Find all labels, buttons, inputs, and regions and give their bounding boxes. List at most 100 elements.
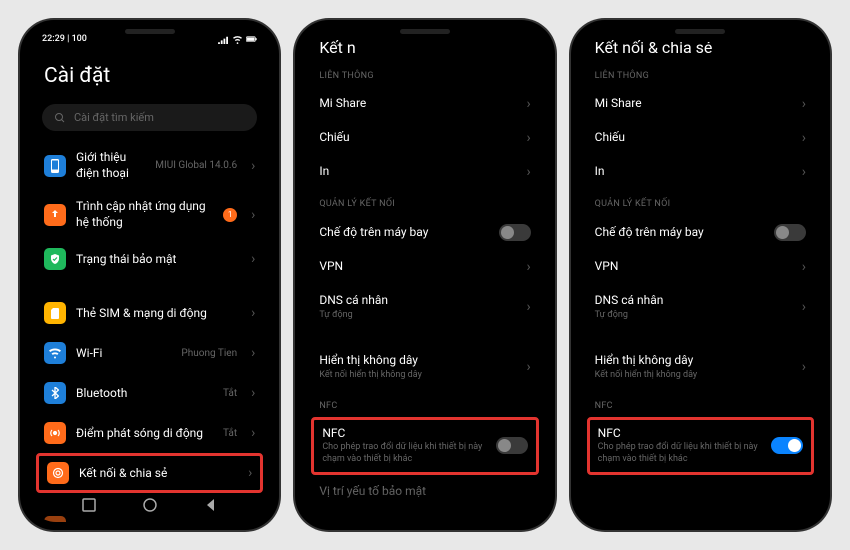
row-cast[interactable]: Chiếu ›: [303, 121, 546, 155]
section-connection-mgmt: QUẢN LÝ KẾT NỐI: [579, 189, 822, 215]
screen-2: Kết n LIÊN THÔNG Mi Share› Chiếu› In› QU…: [303, 28, 546, 522]
row-sub: Cho phép trao đổi dữ liệu khi thiết bị n…: [598, 442, 761, 465]
section-nfc: NFC: [303, 391, 546, 417]
row-wifi[interactable]: Wi-Fi Phuong Tien ›: [28, 333, 271, 373]
notch: [370, 20, 480, 42]
row-mishare[interactable]: Mi Share ›: [303, 87, 546, 121]
notch: [645, 20, 755, 42]
row-title: Vị trí yếu tố bảo mật: [319, 484, 530, 500]
status-batt: 100: [72, 34, 87, 44]
row-sub: Kết nối hiển thị không dây: [319, 370, 516, 382]
chevron-right-icon: ›: [251, 158, 255, 174]
row-hotspot[interactable]: Điểm phát sóng di động Tắt ›: [28, 413, 271, 453]
section-connection-mgmt: QUẢN LÝ KẾT NỐI: [303, 189, 546, 215]
row-title: Mi Share: [319, 96, 516, 112]
row-print[interactable]: In ›: [303, 155, 546, 189]
chevron-right-icon: ›: [251, 305, 255, 321]
row-vpn[interactable]: VPN›: [303, 250, 546, 284]
chevron-right-icon: ›: [526, 164, 530, 180]
row-bluetooth[interactable]: Bluetooth Tắt ›: [28, 373, 271, 413]
update-badge: 1: [223, 208, 237, 222]
row-title: Mi Share: [595, 96, 792, 112]
row-title: Chế độ trên máy bay: [595, 225, 764, 241]
row-title: Chế độ trên máy bay: [319, 225, 488, 241]
nav-home-icon[interactable]: [143, 498, 157, 512]
row-nfc[interactable]: NFCCho phép trao đổi dữ liệu khi thiết b…: [311, 417, 538, 475]
nfc-toggle[interactable]: [771, 437, 803, 454]
row-dns[interactable]: DNS cá nhânTự động ›: [579, 284, 822, 330]
chevron-right-icon: ›: [526, 96, 530, 112]
row-title: NFC: [322, 426, 485, 442]
row-title: Always-on display & Màn hình: [76, 520, 255, 522]
signal-icon: [218, 35, 229, 44]
row-mishare[interactable]: Mi Share ›: [579, 87, 822, 121]
row-title: Trình cập nhật ứng dụng hệ thống: [76, 199, 213, 230]
chevron-right-icon: ›: [802, 299, 806, 315]
row-system-update[interactable]: Trình cập nhật ứng dụng hệ thống 1 ›: [28, 190, 271, 239]
battery-icon: [246, 35, 257, 44]
row-title: DNS cá nhân: [595, 293, 792, 309]
section-nfc: NFC: [579, 391, 822, 417]
airplane-toggle[interactable]: [499, 224, 531, 241]
section-interconnect: LIÊN THÔNG: [579, 61, 822, 87]
row-title: Hiển thị không dây: [595, 353, 792, 369]
row-value: Phuong Tien: [181, 348, 237, 359]
phone-frame-1: 22:29 | 100 Cài đặt Cài đặt tìm kiếm Giớ…: [20, 20, 279, 530]
row-about-phone[interactable]: Giới thiệu điện thoại MIUI Global 14.0.6…: [28, 141, 271, 190]
screen-1: 22:29 | 100 Cài đặt Cài đặt tìm kiếm Giớ…: [28, 28, 271, 522]
wifi-icon: [232, 35, 243, 44]
row-sub: Tự động: [595, 310, 792, 322]
row-title: In: [319, 164, 516, 180]
row-wireless-display[interactable]: Hiển thị không dâyKết nối hiển thị không…: [303, 344, 546, 390]
row-value: Tắt: [223, 388, 237, 399]
airplane-toggle[interactable]: [774, 224, 806, 241]
status-icons: [218, 35, 257, 44]
nav-recent-icon[interactable]: [82, 498, 96, 512]
hotspot-icon: [44, 422, 66, 444]
row-value: Tắt: [223, 428, 237, 439]
row-connect-share[interactable]: Kết nối & chia sẻ ›: [36, 453, 263, 493]
row-title: Chiếu: [319, 130, 516, 146]
row-vpn[interactable]: VPN›: [579, 250, 822, 284]
chevron-right-icon: ›: [802, 130, 806, 146]
search-placeholder: Cài đặt tìm kiếm: [74, 111, 154, 124]
chevron-right-icon: ›: [526, 130, 530, 146]
chevron-right-icon: ›: [802, 96, 806, 112]
row-title: Bluetooth: [76, 386, 213, 402]
row-title: Trạng thái bảo mật: [76, 252, 241, 268]
page-title: Cài đặt: [28, 46, 271, 98]
chevron-right-icon: ›: [251, 385, 255, 401]
bluetooth-icon: [44, 382, 66, 404]
nfc-toggle[interactable]: [496, 437, 528, 454]
wifi-icon: [44, 342, 66, 364]
row-nfc[interactable]: NFCCho phép trao đổi dữ liệu khi thiết b…: [587, 417, 814, 475]
row-airplane[interactable]: Chế độ trên máy bay: [303, 215, 546, 250]
search-input[interactable]: Cài đặt tìm kiếm: [42, 104, 257, 131]
row-title: In: [595, 164, 792, 180]
row-wireless-display[interactable]: Hiển thị không dâyKết nối hiển thị không…: [579, 344, 822, 390]
row-value: MIUI Global 14.0.6: [155, 160, 237, 171]
chevron-right-icon: ›: [251, 425, 255, 441]
nav-back-icon[interactable]: [204, 498, 218, 512]
update-icon: [44, 204, 66, 226]
row-secure-element[interactable]: Vị trí yếu tố bảo mật: [303, 475, 546, 509]
row-security-status[interactable]: Trạng thái bảo mật ›: [28, 239, 271, 279]
chevron-right-icon: ›: [251, 251, 255, 267]
notch: [95, 20, 205, 42]
row-dns[interactable]: DNS cá nhânTự động›: [303, 284, 546, 330]
row-sub: Tự động: [319, 310, 516, 322]
row-cast[interactable]: Chiếu›: [579, 121, 822, 155]
nav-bar: [28, 494, 271, 516]
chevron-right-icon: ›: [802, 259, 806, 275]
row-title: Giới thiệu điện thoại: [76, 150, 145, 181]
connect-icon: [47, 462, 69, 484]
row-sim[interactable]: Thẻ SIM & mạng di động ›: [28, 293, 271, 333]
phone-frame-2: Kết n LIÊN THÔNG Mi Share› Chiếu› In› QU…: [295, 20, 554, 530]
row-print[interactable]: In ›: [579, 155, 822, 189]
row-title: Điểm phát sóng di động: [76, 426, 213, 442]
row-title: Thẻ SIM & mạng di động: [76, 306, 241, 322]
chevron-right-icon: ›: [251, 207, 255, 223]
chevron-right-icon: ›: [802, 164, 806, 180]
status-time: 22:29: [42, 34, 65, 44]
row-airplane[interactable]: Chế độ trên máy bay: [579, 215, 822, 250]
